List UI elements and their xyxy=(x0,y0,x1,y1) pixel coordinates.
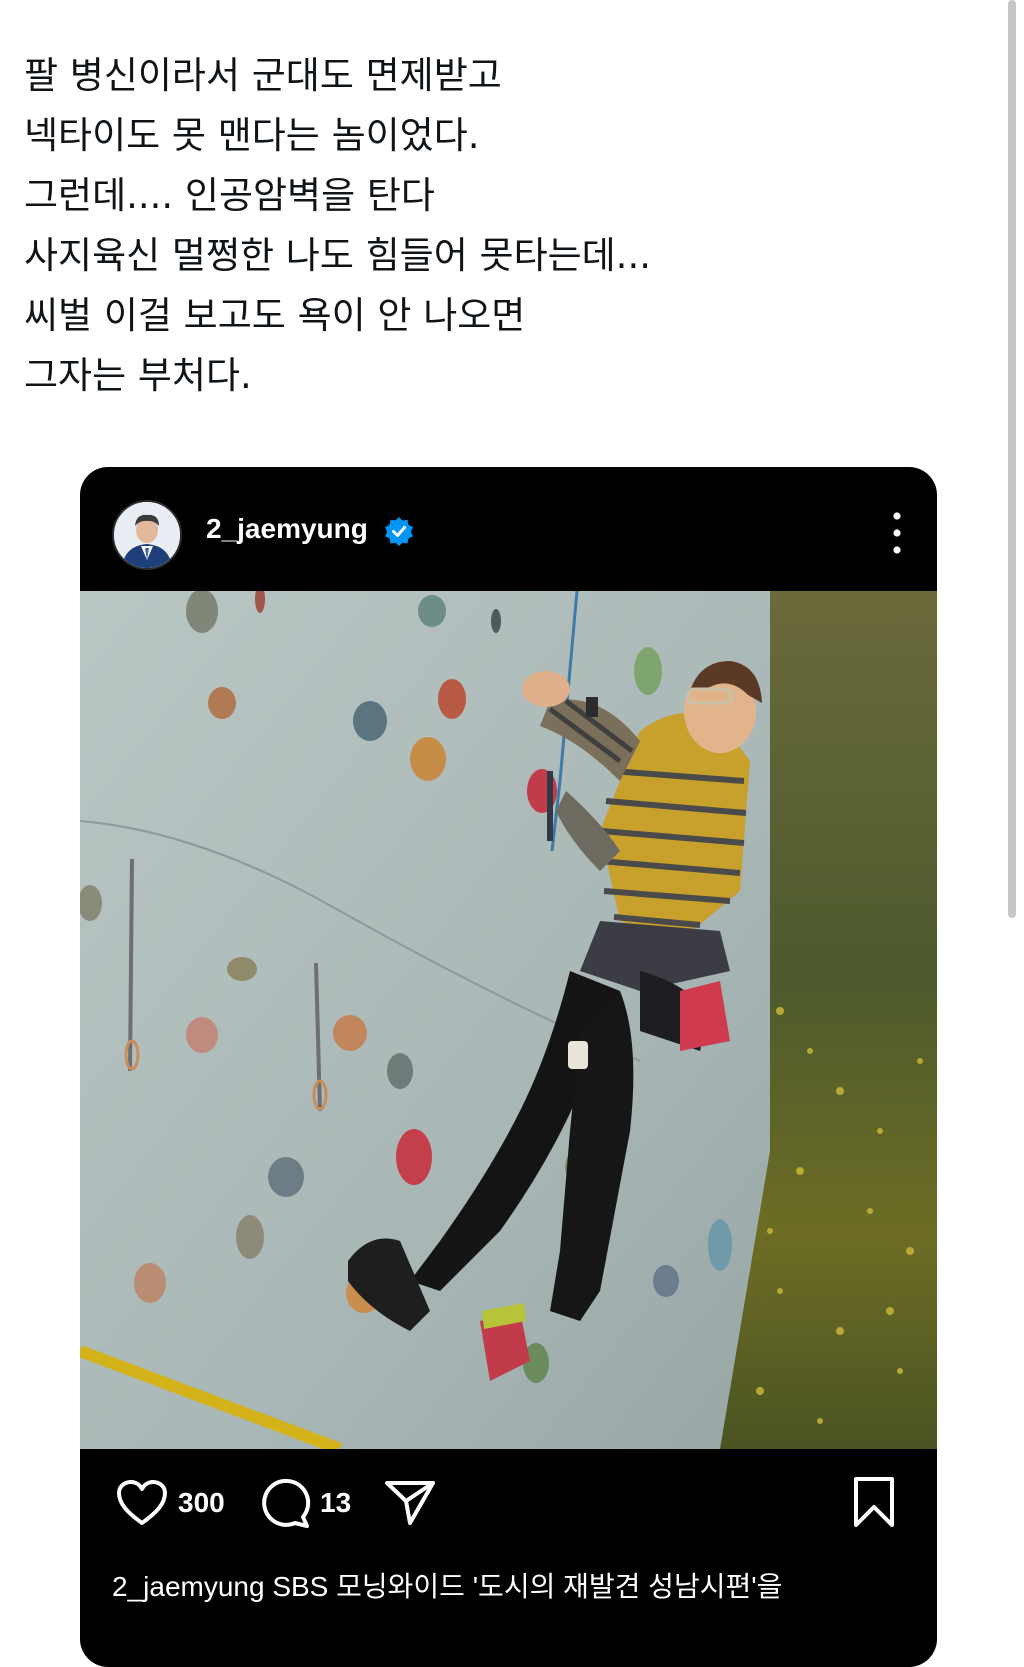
post-text-line: 그런데.... 인공암벽을 탄다 xyxy=(24,174,435,217)
embed-header: 2_jaemyung xyxy=(80,467,937,591)
scrollbar[interactable] xyxy=(1008,0,1016,918)
avatar[interactable] xyxy=(112,500,182,570)
post-text-line: 넥타이도 못 맨다는 놈이었다. xyxy=(24,114,480,157)
post-text: 팔 병신이라서 군대도 면제받고 넥타이도 못 맨다는 놈이었다. 그런데...… xyxy=(24,46,964,406)
caption-preview: 2_jaemyung SBS 모닝와이드 '도시의 재발견 성남시편'을 xyxy=(112,1571,783,1602)
heart-icon[interactable] xyxy=(116,1479,168,1527)
username[interactable]: 2_jaemyung xyxy=(206,513,368,545)
post-text-line: 사지육신 멀쩡한 나도 힘들어 못타는데... xyxy=(24,234,651,277)
share-icon[interactable] xyxy=(384,1479,436,1527)
action-bar: 300 13 xyxy=(80,1449,937,1559)
more-vertical-icon[interactable] xyxy=(889,511,905,555)
verified-badge-icon xyxy=(385,517,413,546)
post-text-line: 그자는 부처다. xyxy=(24,354,252,397)
post-text-line: 씨벌 이걸 보고도 욕이 안 나오면 xyxy=(24,294,526,337)
post-photo xyxy=(80,591,937,1449)
instagram-embed-card[interactable]: 2_jaemyung 300 13 2_jaemyung SBS 모닝와이드 '… xyxy=(80,467,937,1667)
likes-count: 300 xyxy=(178,1487,225,1518)
bookmark-icon[interactable] xyxy=(852,1475,896,1529)
comment-icon[interactable] xyxy=(258,1477,312,1529)
comments-count: 13 xyxy=(320,1487,352,1518)
post-text-line: 팔 병신이라서 군대도 면제받고 xyxy=(24,54,502,97)
